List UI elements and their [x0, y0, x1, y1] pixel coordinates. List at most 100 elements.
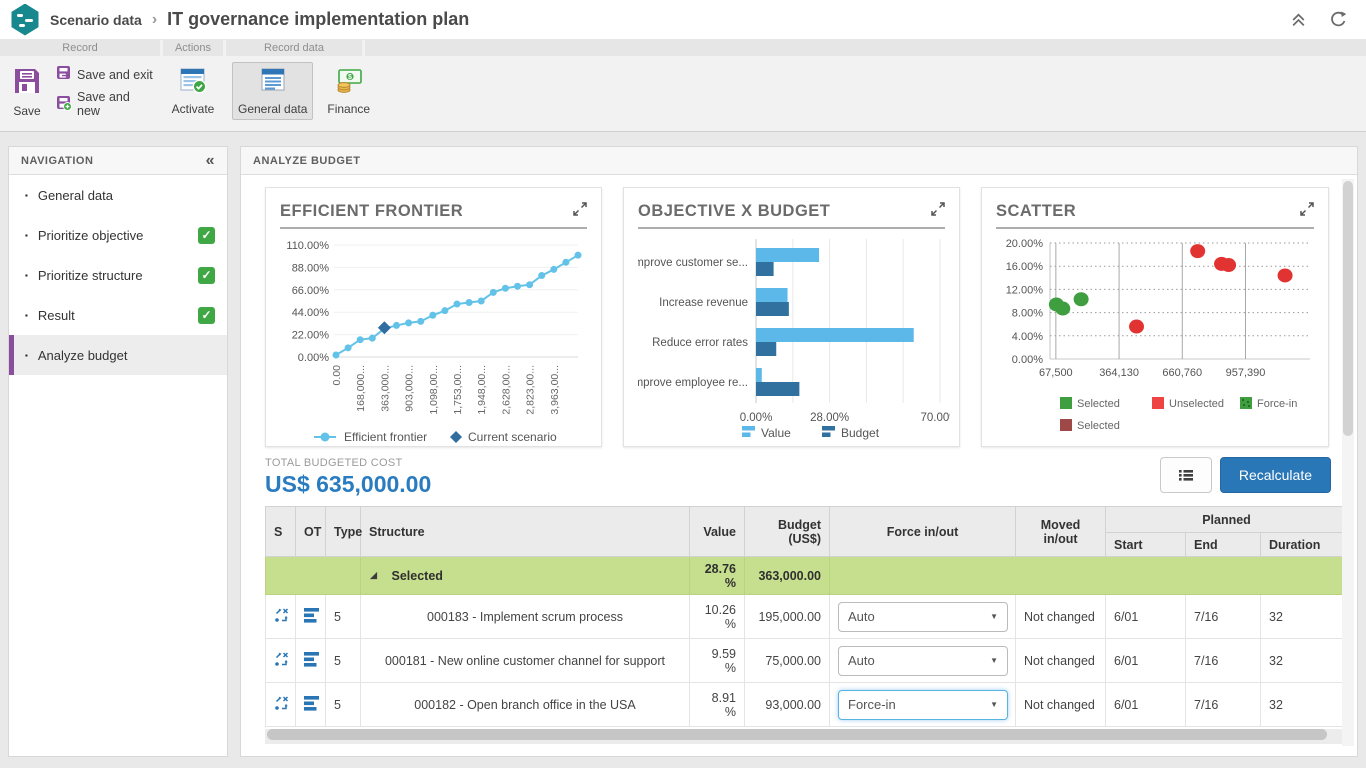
svg-text:2,628,00...: 2,628,00...	[500, 365, 512, 415]
col-header-value[interactable]: Value	[690, 507, 745, 557]
col-header-duration[interactable]: Duration	[1261, 533, 1348, 557]
scatter-chart: 20.00%16.00%12.00%8.00%4.00%0.00%67,5003…	[996, 231, 1314, 447]
expand-icon[interactable]	[1300, 202, 1314, 221]
svg-text:Increase revenue: Increase revenue	[659, 297, 748, 309]
svg-text:1,098,00...: 1,098,00...	[428, 365, 440, 415]
svg-text:88.00%: 88.00%	[292, 262, 330, 274]
bullet-icon: ▪	[25, 191, 28, 200]
col-header-budget[interactable]: Budget (US$)	[745, 507, 830, 557]
analyze-budget-panel: ANALYZE BUDGET EFFICIENT FRONTIER 110.00…	[240, 146, 1358, 757]
expand-icon[interactable]	[931, 202, 945, 221]
svg-text:0.00%: 0.00%	[298, 352, 329, 364]
chart-title: OBJECTIVE X BUDGET	[638, 202, 830, 221]
svg-text:660,760: 660,760	[1162, 367, 1202, 379]
svg-text:67,500: 67,500	[1039, 367, 1073, 379]
svg-text:Budget: Budget	[841, 426, 880, 440]
svg-text:0.00: 0.00	[331, 365, 343, 386]
sidebar-item-prioritize-structure[interactable]: ▪ Prioritize structure ✓	[9, 255, 227, 295]
collapse-triangle-icon[interactable]	[369, 569, 378, 583]
svg-text:4.00%: 4.00%	[1012, 331, 1043, 343]
expand-icon[interactable]	[573, 202, 587, 221]
ribbon-group-label: Record	[0, 40, 160, 56]
sidebar-item-analyze-budget[interactable]: ▪ Analyze budget	[9, 335, 227, 375]
svg-text:Force-in: Force-in	[1257, 398, 1297, 410]
svg-text:957,390: 957,390	[1226, 367, 1266, 379]
group-row-budget: 363,000.00	[745, 557, 830, 595]
save-floppy-icon	[12, 66, 42, 101]
sidebar-item-label: Prioritize objective	[38, 228, 144, 243]
check-icon: ✓	[198, 307, 215, 324]
svg-text:12.00%: 12.00%	[1006, 284, 1044, 296]
cell-end: 7/16	[1186, 683, 1261, 727]
table-row: 5 000181 - New online customer channel f…	[266, 639, 1348, 683]
save-and-exit-button[interactable]: Save and exit	[56, 65, 154, 84]
list-options-button[interactable]	[1160, 457, 1212, 493]
recalculate-button[interactable]: Recalculate	[1220, 457, 1331, 493]
breadcrumb[interactable]: Scenario data	[50, 12, 142, 28]
force-in-out-select[interactable]: Auto ▼	[838, 602, 1008, 632]
col-header-structure[interactable]: Structure	[361, 507, 690, 557]
save-and-exit-icon	[56, 65, 72, 84]
col-header-start[interactable]: Start	[1106, 533, 1186, 557]
chevron-down-icon: ▼	[990, 700, 998, 709]
col-header-type[interactable]: Type	[326, 507, 361, 557]
ribbon-group-actions: Actions Activate	[163, 40, 223, 131]
cell-value: 9.59 %	[690, 639, 745, 683]
sidebar-item-result[interactable]: ▪ Result ✓	[9, 295, 227, 335]
check-icon: ✓	[198, 267, 215, 284]
svg-text:28.00%: 28.00%	[810, 412, 849, 424]
activate-label: Activate	[172, 102, 215, 116]
cell-moved: Not changed	[1016, 595, 1106, 639]
select-value: Auto	[848, 609, 875, 624]
collapse-ribbon-icon[interactable]	[1290, 11, 1307, 28]
cell-type: 5	[326, 595, 361, 639]
activate-button[interactable]: Activate	[166, 62, 221, 120]
app-logo-icon[interactable]	[10, 4, 40, 36]
ribbon-group-record-data: Record data General data $ Finance	[226, 40, 362, 131]
selected-group-row[interactable]: Selected 28.76 % 363,000.00	[266, 557, 1348, 595]
svg-text:44.00%: 44.00%	[292, 307, 330, 319]
scrollbar-thumb[interactable]	[1343, 181, 1353, 436]
objective-x-budget-chart: Improve customer se...Increase revenueRe…	[638, 231, 945, 447]
save-and-new-button[interactable]: Save and new	[56, 90, 154, 118]
sidebar-item-general-data[interactable]: ▪ General data	[9, 175, 227, 215]
cell-duration: 32	[1261, 595, 1348, 639]
vertical-scrollbar[interactable]	[1342, 179, 1354, 746]
collapse-navigation-icon[interactable]: «	[206, 152, 215, 170]
svg-text:Current scenario: Current scenario	[468, 430, 557, 444]
save-button[interactable]: Save	[6, 62, 48, 122]
app-header: Scenario data › IT governance implementa…	[0, 0, 1366, 40]
sidebar-item-label: General data	[38, 188, 113, 203]
svg-text:363,000...: 363,000...	[379, 365, 391, 412]
general-data-tab-button[interactable]: General data	[232, 62, 313, 120]
sidebar-item-prioritize-objective[interactable]: ▪ Prioritize objective ✓	[9, 215, 227, 255]
svg-text:Selected: Selected	[1077, 398, 1120, 410]
force-in-out-select[interactable]: Auto ▼	[838, 646, 1008, 676]
col-header-s[interactable]: S	[266, 507, 296, 557]
objective-type-icon	[296, 683, 326, 727]
svg-text:3,963,00...: 3,963,00...	[549, 365, 561, 415]
cell-value: 8.91 %	[690, 683, 745, 727]
scrollbar-thumb[interactable]	[267, 729, 1327, 740]
objective-x-budget-card: OBJECTIVE X BUDGET Improve customer se..…	[623, 187, 960, 447]
refresh-icon[interactable]	[1329, 10, 1348, 29]
svg-text:1,753,00...: 1,753,00...	[452, 365, 464, 415]
horizontal-scrollbar[interactable]	[265, 729, 1347, 744]
total-budgeted-cost-label: TOTAL BUDGETED COST	[265, 457, 431, 469]
col-header-force[interactable]: Force in/out	[830, 507, 1016, 557]
efficient-frontier-chart: 110.00%88.00%66.00%44.00%22.00%0.00%0.00…	[280, 231, 587, 447]
total-budgeted-cost-value: US$ 635,000.00	[265, 471, 431, 498]
svg-text:903,000...: 903,000...	[404, 365, 416, 412]
objective-type-icon	[296, 595, 326, 639]
cell-structure: 000182 - Open branch office in the USA	[361, 683, 690, 727]
force-in-out-select[interactable]: Force-in ▼	[838, 690, 1008, 720]
svg-text:0.00%: 0.00%	[740, 412, 773, 424]
ribbon-group-label: Record data	[226, 40, 362, 56]
save-and-new-label: Save and new	[77, 90, 154, 118]
page-title: IT governance implementation plan	[167, 9, 469, 30]
col-header-moved[interactable]: Moved in/out	[1016, 507, 1106, 557]
finance-icon: $	[335, 66, 363, 99]
col-header-end[interactable]: End	[1186, 533, 1261, 557]
svg-text:$: $	[348, 74, 352, 81]
col-header-ot[interactable]: OT	[296, 507, 326, 557]
